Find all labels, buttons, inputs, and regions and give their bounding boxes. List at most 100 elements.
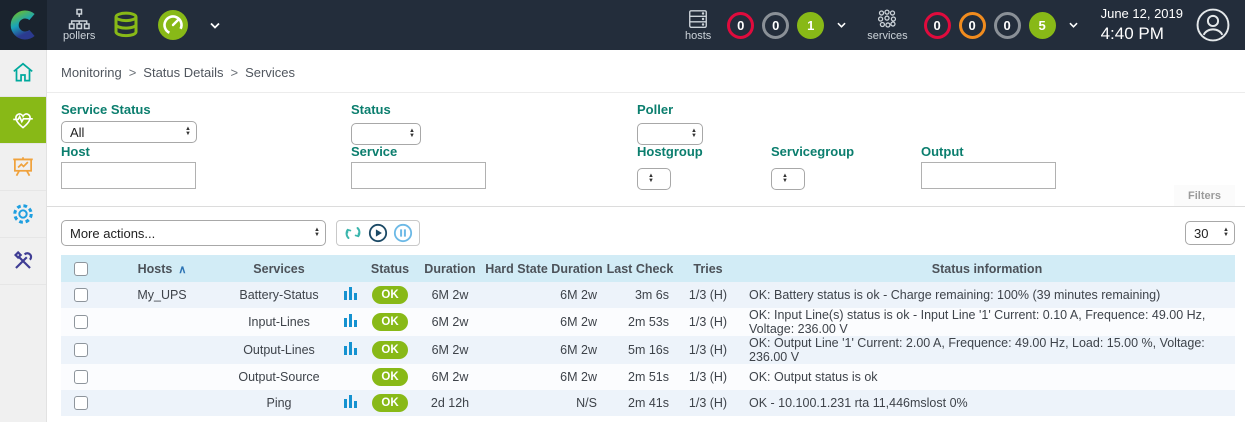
breadcrumb-separator: > bbox=[129, 65, 137, 80]
hosts-menu-chevron-icon[interactable] bbox=[836, 21, 847, 29]
status-select[interactable]: ▲▼ bbox=[351, 123, 421, 145]
host-label: Host bbox=[61, 144, 90, 159]
services-critical-counter[interactable]: 0 bbox=[924, 12, 951, 39]
page-size-value: 30 bbox=[1194, 226, 1208, 241]
gear-icon bbox=[10, 201, 36, 227]
service-status-label: Service Status bbox=[61, 102, 151, 117]
graph-cell[interactable] bbox=[335, 308, 365, 336]
service-status-select[interactable]: All ▲▼ bbox=[61, 121, 197, 143]
services-unknown-counter[interactable]: 0 bbox=[994, 12, 1021, 39]
row-checkbox[interactable] bbox=[74, 370, 88, 384]
hard-state-duration-cell: 6M 2w bbox=[485, 282, 603, 308]
column-header-hard-state-duration[interactable]: Hard State Duration bbox=[485, 255, 603, 282]
host-cell[interactable]: My_UPS bbox=[101, 282, 223, 308]
row-checkbox[interactable] bbox=[74, 343, 88, 357]
table-row: Output-SourceOK6M 2w6M 2w2m 51s1/3 (H)OK… bbox=[61, 364, 1235, 390]
row-checkbox[interactable] bbox=[74, 288, 88, 302]
column-header-tries[interactable]: Tries bbox=[677, 255, 739, 282]
more-actions-select[interactable]: More actions... ▲▼ bbox=[61, 220, 326, 246]
latency-gauge-icon[interactable] bbox=[157, 9, 189, 41]
pause-monitoring-button[interactable] bbox=[393, 223, 413, 243]
hosts-status-button[interactable]: hosts bbox=[685, 8, 711, 42]
status-badge: OK bbox=[372, 313, 408, 331]
column-header-hosts[interactable]: Hosts∧ bbox=[101, 255, 223, 282]
table-header-row: Hosts∧ Services Status Duration Hard Sta… bbox=[61, 255, 1235, 282]
output-label: Output bbox=[921, 144, 964, 159]
services-menu-chevron-icon[interactable] bbox=[1068, 21, 1079, 29]
host-cell bbox=[101, 336, 223, 364]
column-header-last-check[interactable]: Last Check bbox=[603, 255, 677, 282]
graph-icon bbox=[344, 342, 357, 355]
duration-cell: 6M 2w bbox=[415, 308, 485, 336]
service-cell[interactable]: Battery-Status bbox=[223, 282, 335, 308]
centreon-logo[interactable] bbox=[0, 0, 47, 50]
heartbeat-icon bbox=[10, 107, 36, 133]
column-header-status[interactable]: Status bbox=[365, 255, 415, 282]
service-cell[interactable]: Output-Lines bbox=[223, 336, 335, 364]
output-input[interactable] bbox=[921, 162, 1056, 189]
graph-cell bbox=[335, 364, 365, 390]
breadcrumb-item-status-details[interactable]: Status Details bbox=[143, 65, 223, 80]
service-cell[interactable]: Ping bbox=[223, 390, 335, 416]
last-check-cell: 2m 41s bbox=[603, 390, 677, 416]
column-header-status-information[interactable]: Status information bbox=[739, 255, 1235, 282]
row-checkbox[interactable] bbox=[74, 396, 88, 410]
select-all-checkbox[interactable] bbox=[74, 262, 88, 276]
table-row: Input-LinesOK6M 2w6M 2w2m 53s1/3 (H)OK: … bbox=[61, 308, 1235, 336]
database-status-icon[interactable] bbox=[111, 10, 141, 40]
sidebar-item-reporting[interactable] bbox=[0, 144, 46, 191]
hosts-unreachable-counter[interactable]: 0 bbox=[762, 12, 789, 39]
date-text: June 12, 2019 bbox=[1101, 6, 1183, 22]
service-input[interactable] bbox=[351, 162, 486, 189]
page-size-select[interactable]: 30 ▲▼ bbox=[1185, 221, 1235, 245]
row-checkbox[interactable] bbox=[74, 315, 88, 329]
hosts-up-counter[interactable]: 1 bbox=[797, 12, 824, 39]
services-warning-counter[interactable]: 0 bbox=[959, 12, 986, 39]
services-ok-counter[interactable]: 5 bbox=[1029, 12, 1056, 39]
select-arrows-icon: ▲▼ bbox=[782, 174, 788, 184]
select-arrows-icon: ▲▼ bbox=[409, 129, 415, 139]
refresh-button[interactable] bbox=[343, 223, 363, 243]
sidebar-item-administration[interactable] bbox=[0, 238, 46, 285]
row-checkbox-cell bbox=[61, 390, 101, 416]
hostgroup-select[interactable]: ▲▼ bbox=[637, 168, 671, 190]
status-information-cell: OK - 10.100.1.231 rta 11,446mslost 0% bbox=[739, 390, 1235, 416]
select-arrows-icon: ▲▼ bbox=[314, 228, 320, 238]
graph-cell[interactable] bbox=[335, 336, 365, 364]
status-label: Status bbox=[351, 102, 391, 117]
sidebar-item-home[interactable] bbox=[0, 50, 46, 97]
pollers-button[interactable]: pollers bbox=[63, 8, 95, 42]
user-profile-icon[interactable] bbox=[1195, 7, 1231, 43]
poller-select[interactable]: ▲▼ bbox=[637, 123, 703, 145]
graph-cell[interactable] bbox=[335, 282, 365, 308]
hard-state-duration-cell: 6M 2w bbox=[485, 364, 603, 390]
hostgroup-label: Hostgroup bbox=[637, 144, 703, 159]
host-input[interactable] bbox=[61, 162, 196, 189]
services-table-body: My_UPSBattery-StatusOK6M 2w6M 2w3m 6s1/3… bbox=[61, 282, 1235, 416]
service-cell[interactable]: Input-Lines bbox=[223, 308, 335, 336]
service-label: Service bbox=[351, 144, 397, 159]
tries-cell: 1/3 (H) bbox=[677, 364, 739, 390]
servicegroup-select[interactable]: ▲▼ bbox=[771, 168, 805, 190]
poller-menu-chevron-icon[interactable] bbox=[209, 21, 221, 30]
play-monitoring-button[interactable] bbox=[368, 223, 388, 243]
breadcrumb-item-services[interactable]: Services bbox=[245, 65, 295, 80]
host-cell bbox=[101, 364, 223, 390]
centreon-logo-icon bbox=[9, 10, 39, 40]
service-status-value: All bbox=[70, 125, 84, 140]
column-header-services[interactable]: Services bbox=[223, 255, 335, 282]
pollers-label: pollers bbox=[63, 31, 95, 42]
select-arrows-icon: ▲▼ bbox=[648, 174, 654, 184]
hosts-icon bbox=[686, 8, 710, 30]
graph-cell[interactable] bbox=[335, 390, 365, 416]
sidebar-item-configuration[interactable] bbox=[0, 191, 46, 238]
select-arrows-icon: ▲▼ bbox=[1223, 228, 1229, 238]
services-status-button[interactable]: services bbox=[867, 8, 907, 42]
breadcrumb-item-monitoring[interactable]: Monitoring bbox=[61, 65, 122, 80]
services-table: Hosts∧ Services Status Duration Hard Sta… bbox=[61, 255, 1235, 416]
hosts-down-counter[interactable]: 0 bbox=[727, 12, 754, 39]
column-header-duration[interactable]: Duration bbox=[415, 255, 485, 282]
filters-toggle[interactable]: Filters bbox=[1174, 185, 1235, 206]
sidebar-item-monitoring[interactable] bbox=[0, 97, 46, 144]
service-cell[interactable]: Output-Source bbox=[223, 364, 335, 390]
